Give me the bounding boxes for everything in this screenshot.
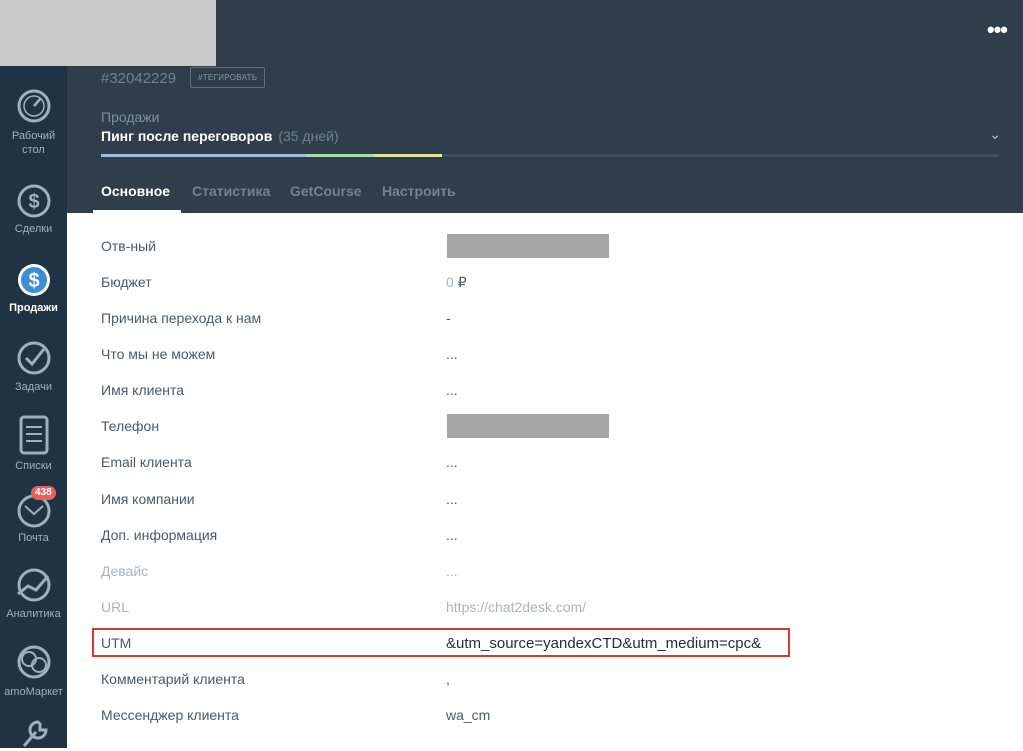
sidebar: Рабочий стол $ Сделки $ Продажи Задачи С… (0, 0, 67, 748)
field-company-name[interactable]: Имя компании ... (67, 481, 1023, 517)
redacted-value (447, 234, 609, 258)
active-tab-indicator (93, 210, 181, 213)
field-label: Имя клиента (101, 382, 184, 398)
svg-text:$: $ (28, 191, 39, 213)
mail-count-badge: 438 (31, 486, 56, 500)
field-utm[interactable]: UTM &utm_source=yandexCTD&utm_medium=cpc… (67, 625, 1023, 661)
redacted-area (0, 0, 216, 66)
sidebar-label-deals: Сделки (14, 223, 53, 235)
sidebar-label-analytics: Аналитика (6, 608, 61, 620)
sidebar-label-dashboard-1: Рабочий (11, 130, 56, 142)
field-value[interactable]: - (446, 310, 451, 326)
chevron-down-icon[interactable]: ⌄ (989, 126, 1001, 143)
field-label: Доп. информация (101, 527, 218, 543)
lead-id: #32042229 (101, 70, 177, 87)
field-label: UTM (101, 635, 132, 651)
sidebar-item-market[interactable]: amoМаркет (0, 642, 67, 699)
field-device[interactable]: Девайс ... (67, 553, 1023, 589)
tab-settings[interactable]: Настроить (382, 183, 456, 199)
tag-button[interactable]: #ТЕГИРОВАТЬ (190, 67, 266, 88)
pipeline-stage[interactable]: Пинг после переговоров (35 дней) (101, 128, 339, 144)
sidebar-label-market: amoМаркет (4, 686, 63, 698)
tab-statistics[interactable]: Статистика (192, 183, 270, 199)
currency-symbol: ₽ (457, 274, 467, 290)
sidebar-item-mail[interactable]: 438 Почта (0, 486, 67, 545)
sidebar-item-lists[interactable]: Списки (0, 414, 67, 473)
settings-icon (22, 720, 48, 747)
field-responsible[interactable]: Отв-ный (67, 228, 1023, 264)
field-value[interactable]: ... (446, 454, 458, 470)
field-value[interactable]: ... (446, 346, 458, 362)
field-value[interactable]: ... (446, 382, 458, 398)
dashboard-icon (17, 89, 50, 123)
sidebar-item-tasks[interactable]: Задачи (0, 339, 67, 394)
stage-progress-bar (101, 154, 999, 157)
field-client-comment[interactable]: Комментарий клиента , (67, 661, 1023, 697)
sidebar-item-sales[interactable]: $ Продажи (0, 258, 67, 315)
field-client-name[interactable]: Имя клиента ... (67, 372, 1023, 408)
field-extra-info[interactable]: Доп. информация ... (67, 517, 1023, 553)
sidebar-item-settings[interactable] (0, 718, 67, 751)
field-label: Что мы не можем (101, 346, 216, 362)
field-email[interactable]: Email клиента ... (67, 444, 1023, 480)
sidebar-label-sales: Продажи (9, 302, 58, 314)
sidebar-label-tasks: Задачи (15, 381, 52, 393)
field-label: Бюджет (101, 274, 152, 290)
field-client-messenger[interactable]: Мессенджер клиента wa_cm (67, 697, 1023, 733)
sidebar-label-lists: Списки (15, 460, 52, 472)
field-value[interactable]: &utm_source=yandexCTD&utm_medium=cpc& (446, 635, 761, 652)
field-value[interactable]: ... (446, 527, 458, 543)
field-label: Девайс (101, 563, 149, 579)
svg-text:$: $ (28, 270, 39, 292)
field-label: Причина перехода к нам (101, 310, 262, 326)
sidebar-item-dashboard[interactable]: Рабочий стол (0, 88, 67, 157)
stage-name: Пинг после переговоров (101, 128, 273, 144)
dollar-icon: $ (17, 184, 50, 218)
field-reason[interactable]: Причина перехода к нам - (67, 300, 1023, 336)
field-value[interactable]: ... (446, 563, 458, 579)
field-phone[interactable]: Телефон (67, 408, 1023, 444)
field-label: Имя компании (101, 491, 195, 507)
market-icon (17, 645, 50, 679)
redacted-value (447, 414, 609, 438)
budget-amount: 0 (446, 274, 454, 290)
list-icon (19, 415, 48, 455)
check-icon (17, 341, 50, 375)
field-label: URL (101, 599, 130, 615)
sidebar-item-analytics[interactable]: Аналитика (0, 566, 67, 621)
analytics-icon (16, 568, 50, 602)
field-label: Комментарий клиента (101, 671, 245, 687)
field-label: Email клиента (101, 454, 192, 470)
field-value[interactable]: 0 ₽ (446, 274, 467, 291)
field-label: Отв-ный (101, 238, 157, 254)
field-cant-do[interactable]: Что мы не можем ... (67, 336, 1023, 372)
field-value[interactable]: wa_cm (446, 707, 490, 723)
field-value[interactable]: , (446, 671, 450, 687)
tab-getcourse[interactable]: GetCourse (290, 183, 362, 199)
field-url[interactable]: URL https://chat2desk.com/ (67, 589, 1023, 625)
sales-icon: $ (17, 264, 50, 296)
stage-progress-fill (101, 154, 443, 157)
field-label: Мессенджер клиента (101, 707, 239, 723)
sidebar-label-dashboard-2: стол (22, 144, 45, 156)
sidebar-item-deals[interactable]: $ Сделки (0, 179, 67, 236)
sidebar-label-mail: Почта (18, 532, 49, 544)
field-label: Телефон (101, 418, 160, 434)
field-value[interactable]: https://chat2desk.com/ (446, 599, 586, 615)
pipeline-name[interactable]: Продажи (101, 109, 159, 125)
stage-days: (35 дней) (278, 128, 339, 144)
tab-main[interactable]: Основное (101, 183, 170, 199)
field-budget[interactable]: Бюджет 0 ₽ (67, 264, 1023, 300)
field-value[interactable]: ... (446, 491, 458, 507)
more-options-button[interactable]: ••• (987, 19, 1008, 41)
